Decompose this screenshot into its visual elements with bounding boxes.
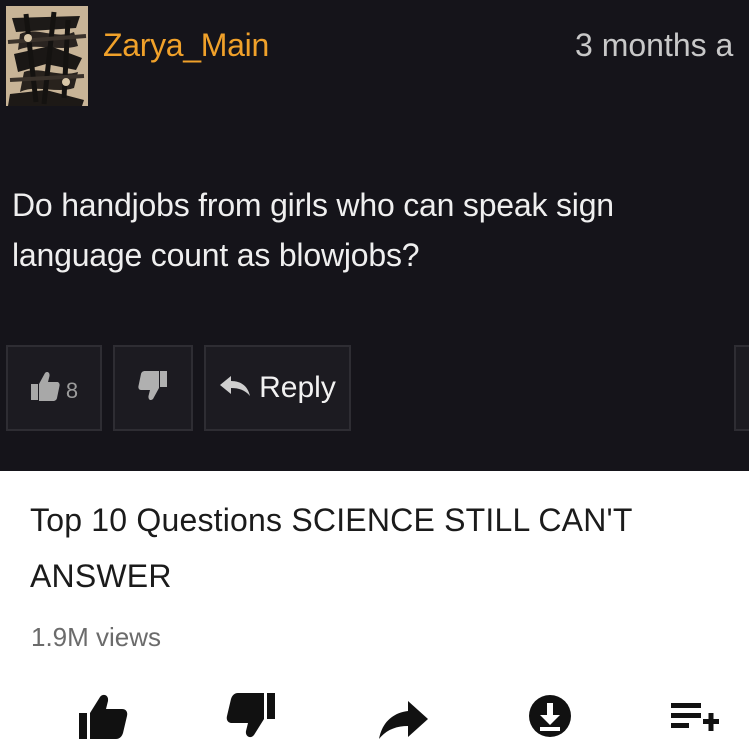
download-button[interactable] — [510, 686, 590, 750]
comment-more-button[interactable] — [734, 345, 749, 431]
screenshot: Zarya_Main 3 months a Do handjobs from g… — [0, 0, 749, 751]
reply-arrow-icon — [219, 374, 251, 403]
avatar[interactable] — [6, 6, 88, 106]
video-title: Top 10 Questions SCIENCE STILL CAN'T ANS… — [30, 502, 632, 594]
comment-username[interactable]: Zarya_Main — [103, 27, 269, 64]
comment-reply-button[interactable]: Reply — [204, 345, 351, 431]
video-dislike-button[interactable] — [210, 686, 290, 750]
view-count: 1.9M views — [31, 622, 162, 652]
add-to-playlist-icon — [667, 693, 723, 744]
comment-like-count: 8 — [65, 378, 79, 403]
download-icon — [525, 691, 575, 746]
thumbs-down-icon — [220, 692, 280, 744]
video-like-button[interactable] — [60, 686, 140, 750]
share-button[interactable] — [364, 686, 444, 750]
comment-card: Zarya_Main 3 months a Do handjobs from g… — [0, 0, 749, 471]
comment-timestamp: 3 months a — [575, 27, 734, 63]
thumbs-up-icon — [70, 693, 130, 744]
scribbled-avatar-icon — [6, 6, 88, 106]
comment-text: Do handjobs from girls who can speak sig… — [12, 187, 614, 273]
comment-dislike-button[interactable] — [113, 345, 193, 431]
reply-label: Reply — [259, 371, 336, 404]
share-icon — [374, 693, 434, 744]
thumbs-up-icon — [30, 370, 60, 407]
comment-like-button[interactable]: 8 — [6, 345, 102, 431]
save-to-playlist-button[interactable] — [655, 686, 735, 750]
thumbs-down-icon — [138, 370, 168, 407]
